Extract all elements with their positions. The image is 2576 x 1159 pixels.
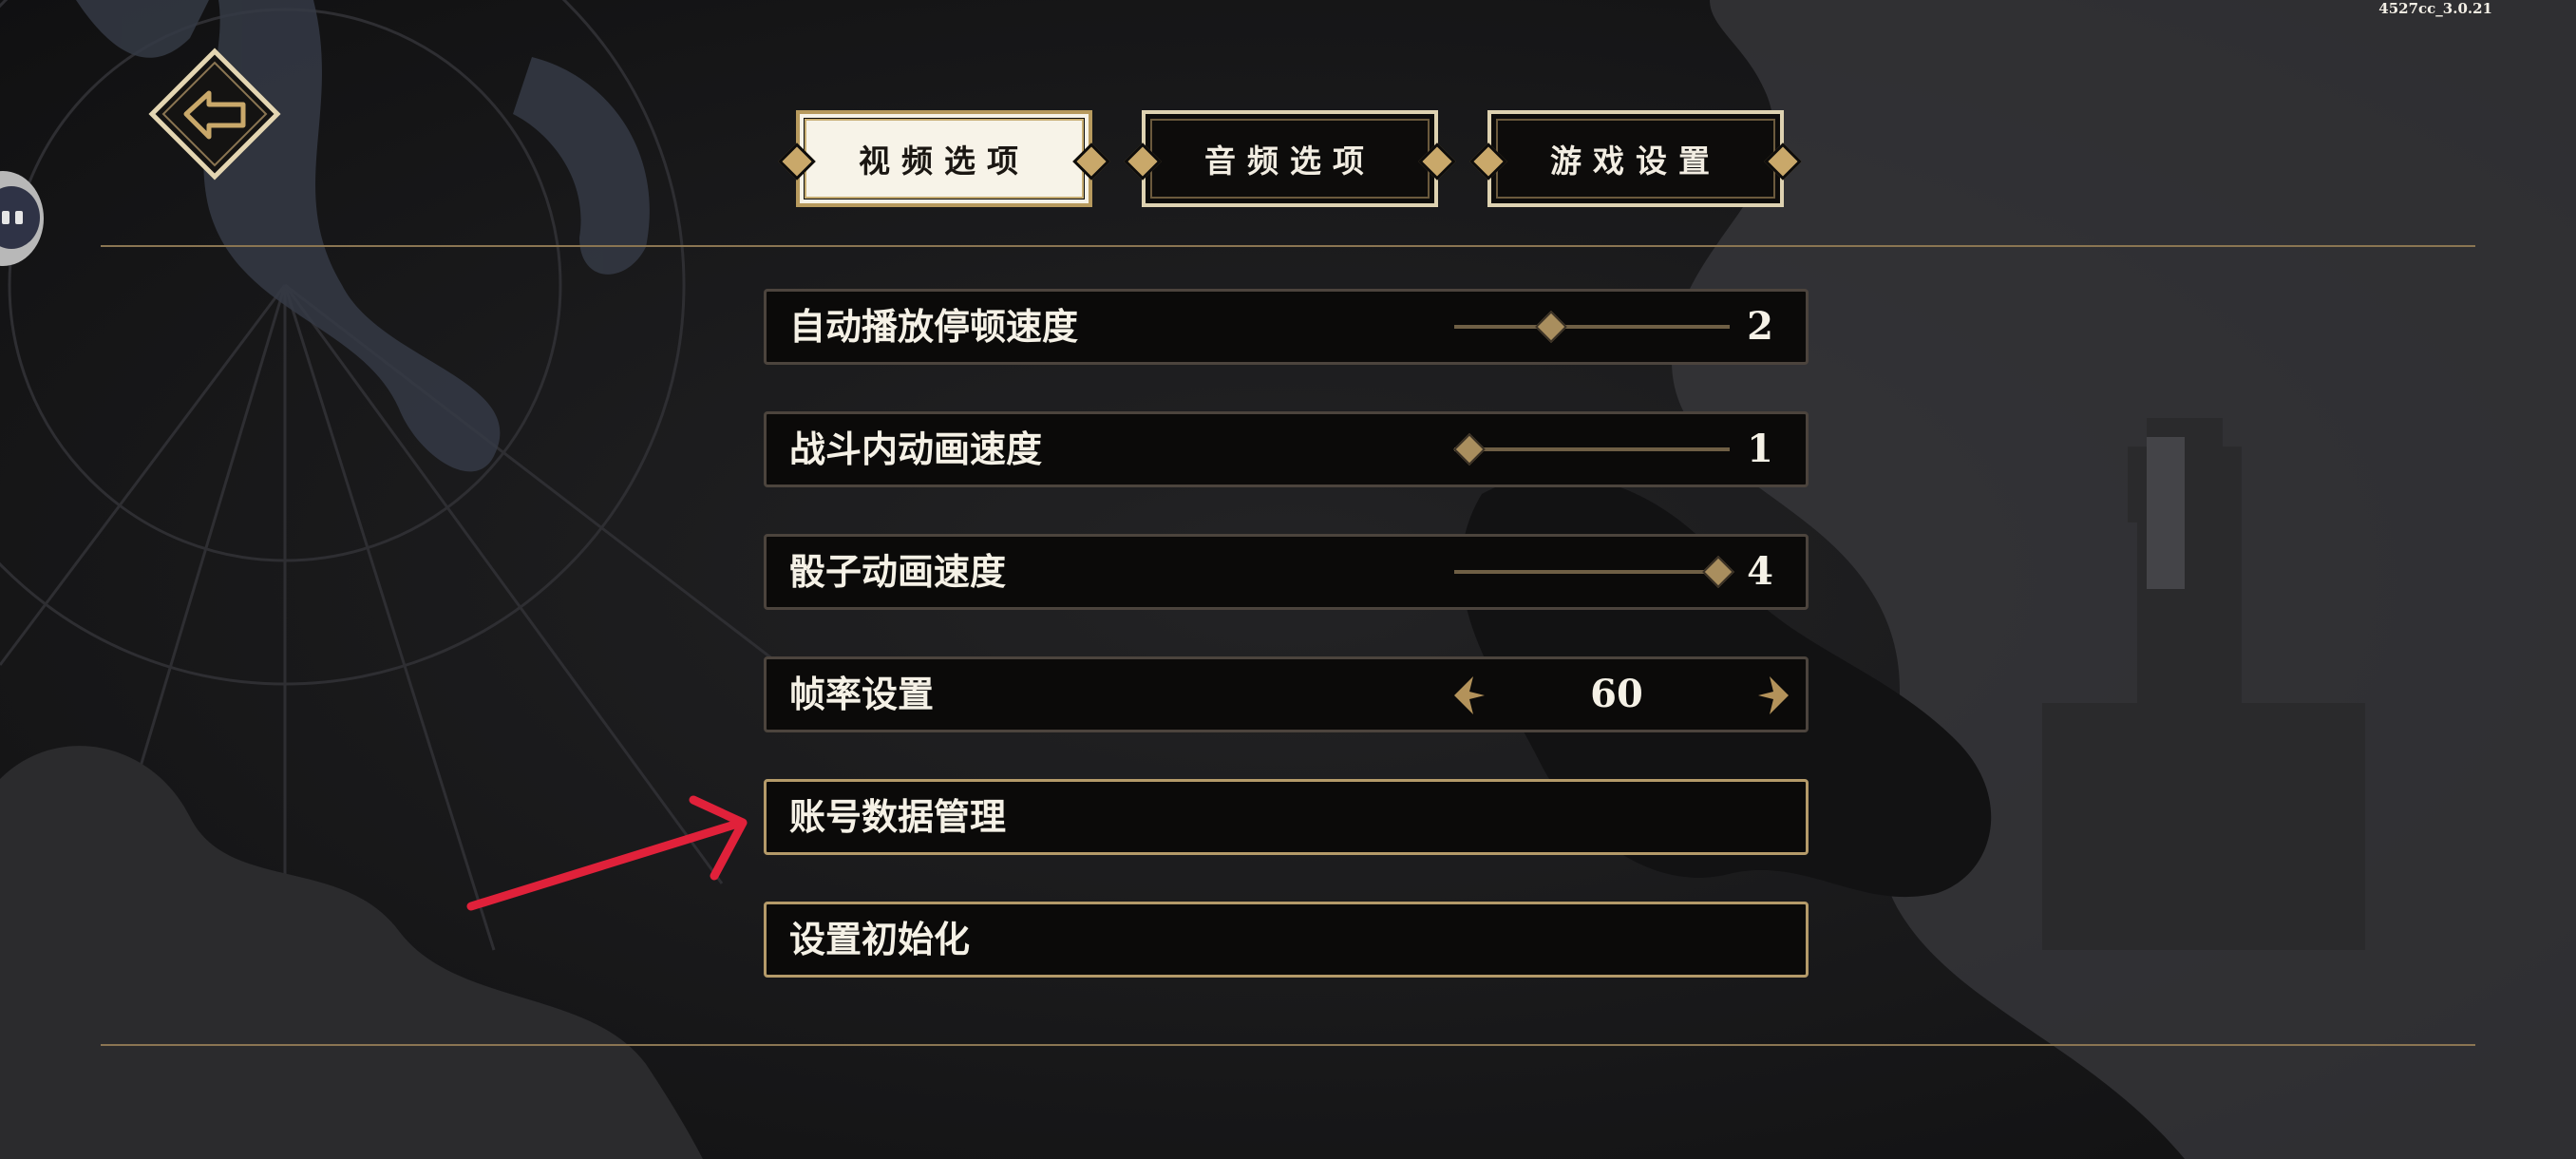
setting-autoplay-pause-speed: 自动播放停顿速度 2	[764, 289, 1809, 365]
tab-label: 游戏设置	[1550, 142, 1721, 180]
tab-video-options[interactable]: 视频选项	[778, 110, 1110, 207]
settings-tabs: 视频选项 音频选项 游戏设置	[778, 104, 1805, 215]
diamond-ornament-icon	[1469, 142, 1507, 180]
diamond-ornament-icon	[1418, 142, 1456, 180]
tab-audio-options[interactable]: 音频选项	[1124, 110, 1456, 207]
dice-animation-speed-slider[interactable]	[1454, 556, 1734, 588]
diamond-ornament-icon	[1764, 142, 1802, 180]
back-button[interactable]	[148, 48, 281, 180]
frame-rate-increase-button[interactable]	[1754, 674, 1792, 716]
slider-knob[interactable]	[1702, 556, 1734, 588]
bottom-divider	[101, 1044, 2475, 1046]
back-arrow-icon	[148, 48, 281, 180]
battle-animation-speed-slider[interactable]	[1453, 433, 1730, 466]
setting-label: 骰子动画速度	[789, 550, 1007, 593]
reset-settings-button[interactable]: 设置初始化	[764, 902, 1809, 978]
setting-value: 1	[1747, 427, 1773, 471]
slider-knob[interactable]	[1453, 433, 1486, 466]
setting-value: 2	[1747, 304, 1773, 349]
account-data-management-button[interactable]: 账号数据管理	[764, 779, 1809, 855]
setting-value: 4	[1747, 549, 1773, 594]
annotation-arrow-icon	[466, 795, 748, 911]
tab-label: 音频选项	[1204, 142, 1375, 180]
frame-rate-value: 60	[1590, 672, 1643, 716]
setting-label: 战斗内动画速度	[789, 428, 1043, 470]
button-label: 账号数据管理	[789, 795, 1007, 838]
setting-label: 自动播放停顿速度	[789, 305, 1079, 348]
slider-knob[interactable]	[1535, 311, 1568, 343]
chevron-right-icon	[1758, 676, 1789, 714]
setting-battle-animation-speed: 战斗内动画速度 1	[764, 411, 1809, 487]
autoplay-pause-speed-slider[interactable]	[1454, 311, 1730, 343]
top-divider	[101, 245, 2475, 247]
diamond-ornament-icon	[778, 142, 816, 180]
setting-dice-animation-speed: 骰子动画速度 4	[764, 534, 1809, 610]
diamond-ornament-icon	[1072, 142, 1110, 180]
button-label: 设置初始化	[789, 918, 971, 960]
chevron-left-icon	[1454, 676, 1485, 714]
setting-frame-rate: 帧率设置 60	[764, 656, 1809, 732]
diamond-ornament-icon	[1124, 142, 1162, 180]
version-label: 4527cc_3.0.21	[2378, 0, 2492, 17]
setting-label: 帧率设置	[789, 673, 935, 715]
tab-game-settings[interactable]: 游戏设置	[1469, 110, 1802, 207]
assistant-icon	[0, 186, 40, 249]
tab-label: 视频选项	[859, 142, 1030, 180]
frame-rate-decrease-button[interactable]	[1450, 674, 1488, 716]
